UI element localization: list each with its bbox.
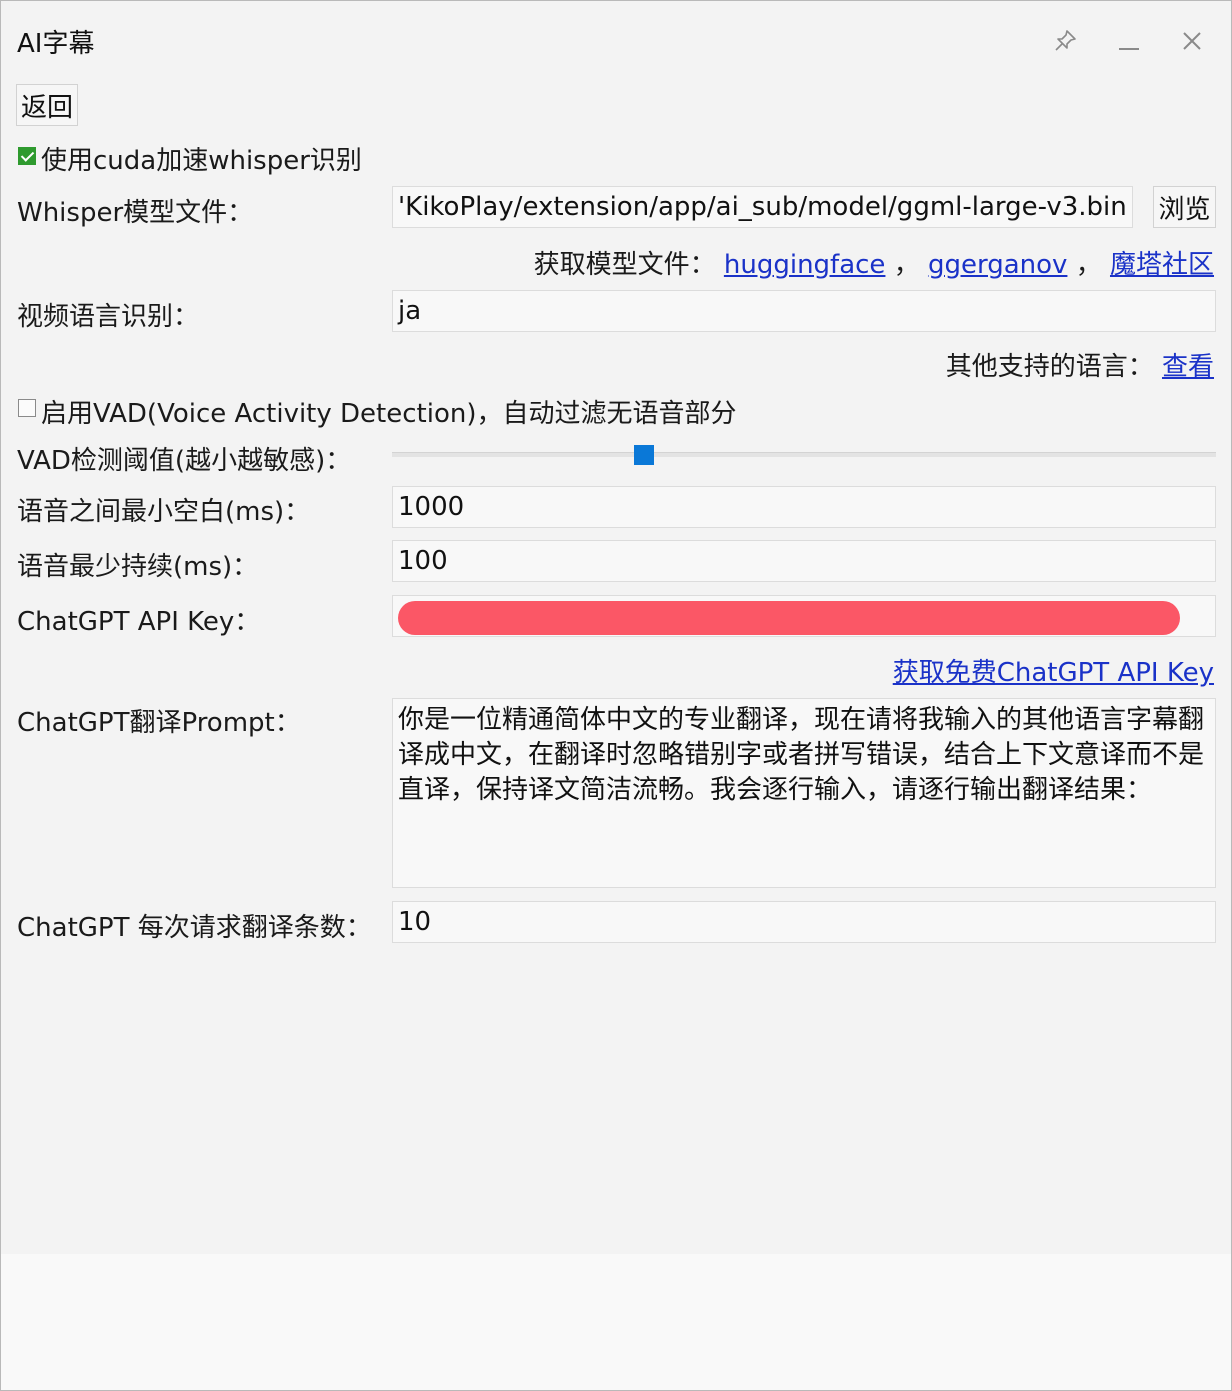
model-file-label: Whisper模型文件： (17, 198, 254, 228)
back-button[interactable]: 返回 (16, 84, 78, 126)
link-separator: ， (1075, 250, 1102, 280)
browse-button[interactable]: 浏览 (1153, 186, 1216, 228)
window-footer (1, 1254, 1231, 1390)
prompt-label: ChatGPT翻译Prompt： (17, 708, 301, 738)
min-silence-label: 语音之间最小空白(ms)： (17, 497, 311, 527)
vad-checkbox-label[interactable]: 启用VAD(Voice Activity Detection)，自动过滤无语音部… (41, 393, 736, 430)
min-speech-label: 语音最少持续(ms)： (17, 552, 259, 582)
cuda-checkbox-label[interactable]: 使用cuda加速whisper识别 (41, 140, 362, 177)
huggingface-link[interactable]: huggingface (724, 250, 886, 280)
redaction-mark (398, 601, 1180, 635)
prompt-textarea[interactable]: 你是一位精通简体中文的专业翻译，现在请将我输入的其他语言字幕翻译成中文，在翻译时… (392, 698, 1216, 888)
pin-icon-graphic (1055, 30, 1076, 51)
window-title: AI字幕 (17, 29, 95, 59)
video-language-input[interactable]: ja (392, 290, 1216, 332)
vad-threshold-handle[interactable] (633, 445, 654, 465)
get-model-label: 获取模型文件： (533, 250, 716, 280)
ai-subtitle-window: AI字幕 返回 使用cuda加速whisper识别 Whisper模型文件： '… (0, 0, 1232, 1391)
modelscope-link[interactable]: 魔塔社区 (1110, 250, 1214, 280)
min-silence-input[interactable]: 1000 (392, 486, 1216, 528)
close-icon[interactable] (1174, 23, 1210, 59)
api-key-label: ChatGPT API Key： (17, 607, 261, 637)
title-bar: AI字幕 (1, 1, 1231, 81)
link-separator: ， (893, 250, 920, 280)
free-key-row: 获取免费ChatGPT API Key (893, 652, 1214, 689)
model-links-row: 获取模型文件： huggingface ， ggerganov ， 魔塔社区 (534, 244, 1214, 281)
batch-size-input[interactable]: 10 (392, 901, 1216, 943)
video-language-label: 视频语言识别： (17, 302, 200, 332)
cuda-checkbox[interactable] (18, 147, 36, 165)
model-file-input[interactable]: 'KikoPlay/extension/app/ai_sub/model/ggm… (392, 186, 1133, 228)
vad-threshold-label: VAD检测阈值(越小越敏感)： (17, 446, 352, 476)
close-icon-graphic (1183, 32, 1201, 50)
view-languages-link[interactable]: 查看 (1162, 352, 1214, 382)
pin-icon[interactable] (1047, 23, 1083, 59)
other-languages-row: 其他支持的语言： 查看 (946, 346, 1214, 383)
vad-checkbox[interactable] (18, 399, 36, 417)
minimize-icon[interactable] (1111, 23, 1147, 59)
minimize-icon-graphic (1119, 48, 1139, 50)
free-api-key-link[interactable]: 获取免费ChatGPT API Key (893, 658, 1214, 688)
ggerganov-link[interactable]: ggerganov (928, 250, 1067, 280)
other-languages-label: 其他支持的语言： (945, 352, 1154, 382)
batch-size-label: ChatGPT 每次请求翻译条数： (17, 913, 372, 943)
vad-threshold-slider[interactable] (392, 452, 1216, 457)
min-speech-input[interactable]: 100 (392, 540, 1216, 582)
